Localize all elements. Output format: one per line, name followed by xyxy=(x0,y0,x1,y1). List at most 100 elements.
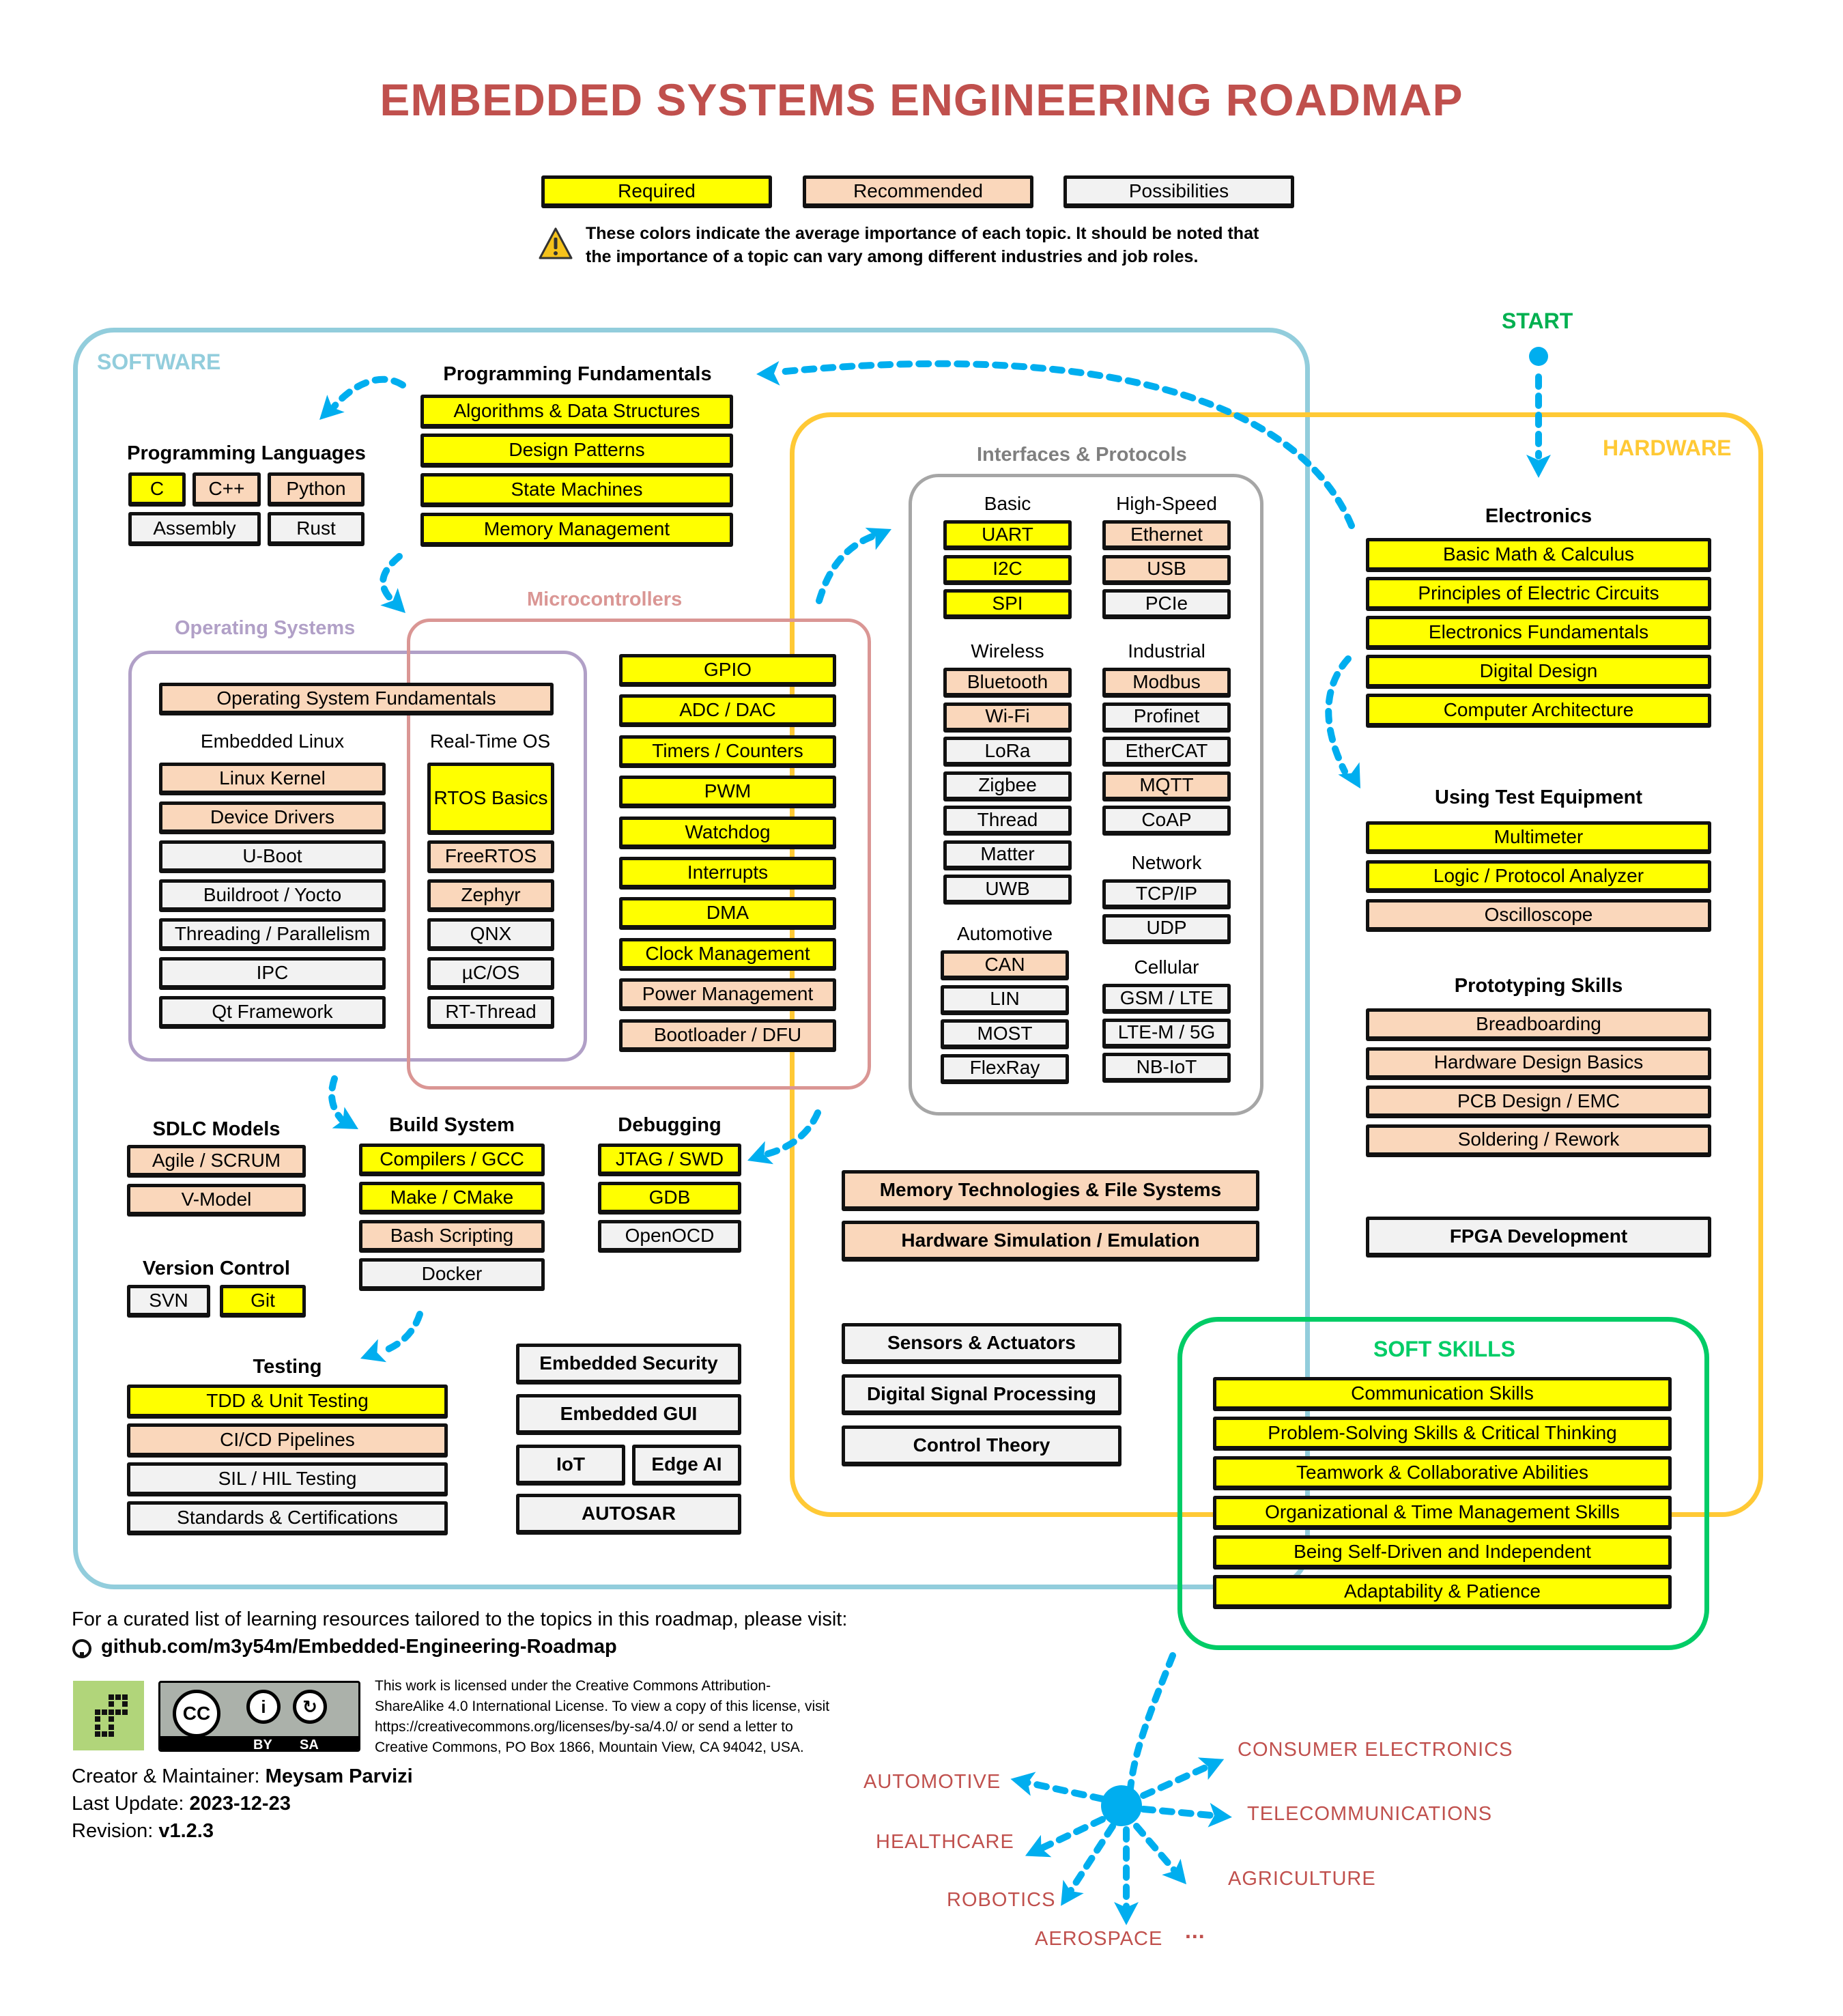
prototyping-topic[interactable]: PCB Design / EMC xyxy=(1366,1085,1711,1117)
iface-topic[interactable]: Matter xyxy=(943,840,1072,869)
iface-topic[interactable]: MOST xyxy=(941,1019,1069,1048)
testing-topic[interactable]: Standards & Certifications xyxy=(127,1501,448,1534)
prototyping-topic[interactable]: Breadboarding xyxy=(1366,1008,1711,1040)
iface-topic[interactable]: EtherCAT xyxy=(1102,737,1231,765)
mcu-topic[interactable]: Timers / Counters xyxy=(619,735,836,767)
topic-python[interactable]: Python xyxy=(268,472,365,505)
electronics-topic[interactable]: Principles of Electric Circuits xyxy=(1366,577,1711,610)
iface-topic[interactable]: Thread xyxy=(943,806,1072,834)
iface-topic[interactable]: Profinet xyxy=(1102,702,1231,731)
mcu-topic[interactable]: Watchdog xyxy=(619,816,836,848)
iface-topic[interactable]: LIN xyxy=(941,984,1069,1014)
topic-hardware-simulation[interactable]: Hardware Simulation / Emulation xyxy=(842,1221,1259,1260)
topic-assembly[interactable]: Assembly xyxy=(128,512,261,545)
iface-topic[interactable]: Bluetooth xyxy=(943,668,1072,696)
vcs-topic[interactable]: Git xyxy=(220,1285,306,1316)
iface-topic[interactable]: Wi-Fi xyxy=(943,702,1072,731)
iface-topic[interactable]: GSM / LTE xyxy=(1102,984,1231,1012)
iface-topic[interactable]: Ethernet xyxy=(1102,520,1231,549)
build-topic[interactable]: Bash Scripting xyxy=(359,1220,545,1251)
topic-sensors-actuators[interactable]: Sensors & Actuators xyxy=(842,1323,1121,1363)
rtos-topic[interactable]: µC/OS xyxy=(427,957,554,989)
electronics-topic[interactable]: Computer Architecture xyxy=(1366,694,1711,726)
electronics-topic[interactable]: Basic Math & Calculus xyxy=(1366,538,1711,571)
iface-topic[interactable]: CoAP xyxy=(1102,806,1231,834)
rtos-topic[interactable]: RT-Thread xyxy=(427,996,554,1027)
testing-topic[interactable]: SIL / HIL Testing xyxy=(127,1462,448,1495)
topic-c[interactable]: C xyxy=(128,472,186,505)
build-topic[interactable]: Compilers / GCC xyxy=(359,1144,545,1175)
soft-skill-topic[interactable]: Being Self-Driven and Independent xyxy=(1213,1535,1672,1568)
iface-topic[interactable]: TCP/IP xyxy=(1102,879,1231,908)
iface-topic[interactable]: UWB xyxy=(943,875,1072,903)
topic-autosar[interactable]: AUTOSAR xyxy=(516,1494,741,1533)
topic-iot[interactable]: IoT xyxy=(516,1445,625,1484)
iface-topic[interactable]: Zigbee xyxy=(943,771,1072,800)
prototyping-topic[interactable]: Hardware Design Basics xyxy=(1366,1047,1711,1079)
soft-skill-topic[interactable]: Problem-Solving Skills & Critical Thinki… xyxy=(1213,1417,1672,1449)
iface-topic[interactable]: USB xyxy=(1102,554,1231,584)
iface-topic[interactable]: NB-IoT xyxy=(1102,1053,1231,1081)
mcu-topic[interactable]: DMA xyxy=(619,897,836,929)
testing-topic[interactable]: CI/CD Pipelines xyxy=(127,1423,448,1456)
linux-topic[interactable]: U-Boot xyxy=(159,840,386,872)
github-link[interactable]: github.com/m3y54m/Embedded-Engineering-R… xyxy=(101,1636,617,1658)
topic-rust[interactable]: Rust xyxy=(268,512,365,545)
mcu-topic[interactable]: Power Management xyxy=(619,978,836,1010)
prototyping-topic[interactable]: Soldering / Rework xyxy=(1366,1124,1711,1156)
iface-topic[interactable]: LTE-M / 5G xyxy=(1102,1018,1231,1047)
rtos-topic[interactable]: RTOS Basics xyxy=(427,763,554,834)
rtos-topic[interactable]: QNX xyxy=(427,918,554,950)
iface-topic[interactable]: PCIe xyxy=(1102,589,1231,618)
mcu-topic[interactable]: Bootloader / DFU xyxy=(619,1019,836,1051)
debug-topic[interactable]: GDB xyxy=(598,1182,741,1213)
topic-dsp[interactable]: Digital Signal Processing xyxy=(842,1374,1121,1414)
linux-topic[interactable]: Buildroot / Yocto xyxy=(159,879,386,911)
sdlc-topic[interactable]: V-Model xyxy=(127,1184,306,1215)
soft-skill-topic[interactable]: Teamwork & Collaborative Abilities xyxy=(1213,1456,1672,1489)
build-topic[interactable]: Docker xyxy=(359,1258,545,1290)
topic-fpga[interactable]: FPGA Development xyxy=(1366,1217,1711,1256)
linux-topic[interactable]: Device Drivers xyxy=(159,801,386,833)
topic-memory-management[interactable]: Memory Management xyxy=(420,513,733,545)
iface-topic[interactable]: UART xyxy=(943,520,1072,549)
topic-algorithms[interactable]: Algorithms & Data Structures xyxy=(420,395,733,427)
iface-topic[interactable]: FlexRay xyxy=(941,1053,1069,1083)
iface-topic[interactable]: MQTT xyxy=(1102,771,1231,800)
mcu-topic[interactable]: PWM xyxy=(619,776,836,808)
iface-topic[interactable]: UDP xyxy=(1102,913,1231,943)
topic-edge-ai[interactable]: Edge AI xyxy=(632,1445,741,1484)
soft-skill-topic[interactable]: Adaptability & Patience xyxy=(1213,1575,1672,1608)
testing-topic[interactable]: TDD & Unit Testing xyxy=(127,1385,448,1417)
topic-memory-technologies[interactable]: Memory Technologies & File Systems xyxy=(842,1170,1259,1210)
topic-os-fundamentals[interactable]: Operating System Fundamentals xyxy=(159,683,554,714)
topic-control-theory[interactable]: Control Theory xyxy=(842,1425,1121,1465)
debug-topic[interactable]: OpenOCD xyxy=(598,1220,741,1251)
rtos-topic[interactable]: Zephyr xyxy=(427,879,554,911)
vcs-topic[interactable]: SVN xyxy=(127,1285,210,1316)
sdlc-topic[interactable]: Agile / SCRUM xyxy=(127,1145,306,1176)
test-equipment-topic[interactable]: Multimeter xyxy=(1366,821,1711,853)
mcu-topic[interactable]: Clock Management xyxy=(619,937,836,969)
test-equipment-topic[interactable]: Logic / Protocol Analyzer xyxy=(1366,860,1711,892)
topic-state-machines[interactable]: State Machines xyxy=(420,473,733,506)
linux-topic[interactable]: Linux Kernel xyxy=(159,763,386,794)
electronics-topic[interactable]: Digital Design xyxy=(1366,655,1711,687)
mcu-topic[interactable]: Interrupts xyxy=(619,857,836,888)
topic-embedded-security[interactable]: Embedded Security xyxy=(516,1344,741,1383)
linux-topic[interactable]: Qt Framework xyxy=(159,996,386,1027)
iface-topic[interactable]: LoRa xyxy=(943,737,1072,765)
iface-topic[interactable]: CAN xyxy=(941,950,1069,979)
linux-topic[interactable]: IPC xyxy=(159,957,386,989)
linux-topic[interactable]: Threading / Parallelism xyxy=(159,918,386,950)
topic-embedded-gui[interactable]: Embedded GUI xyxy=(516,1394,741,1434)
topic-design-patterns[interactable]: Design Patterns xyxy=(420,434,733,466)
iface-topic[interactable]: I2C xyxy=(943,554,1072,584)
rtos-topic[interactable]: FreeRTOS xyxy=(427,840,554,872)
mcu-topic[interactable]: GPIO xyxy=(619,654,836,685)
cc-license-badge[interactable]: CC i ↻ BY SA xyxy=(158,1681,360,1752)
soft-skill-topic[interactable]: Organizational & Time Management Skills xyxy=(1213,1496,1672,1529)
electronics-topic[interactable]: Electronics Fundamentals xyxy=(1366,616,1711,649)
iface-topic[interactable]: SPI xyxy=(943,589,1072,618)
mcu-topic[interactable]: ADC / DAC xyxy=(619,694,836,726)
